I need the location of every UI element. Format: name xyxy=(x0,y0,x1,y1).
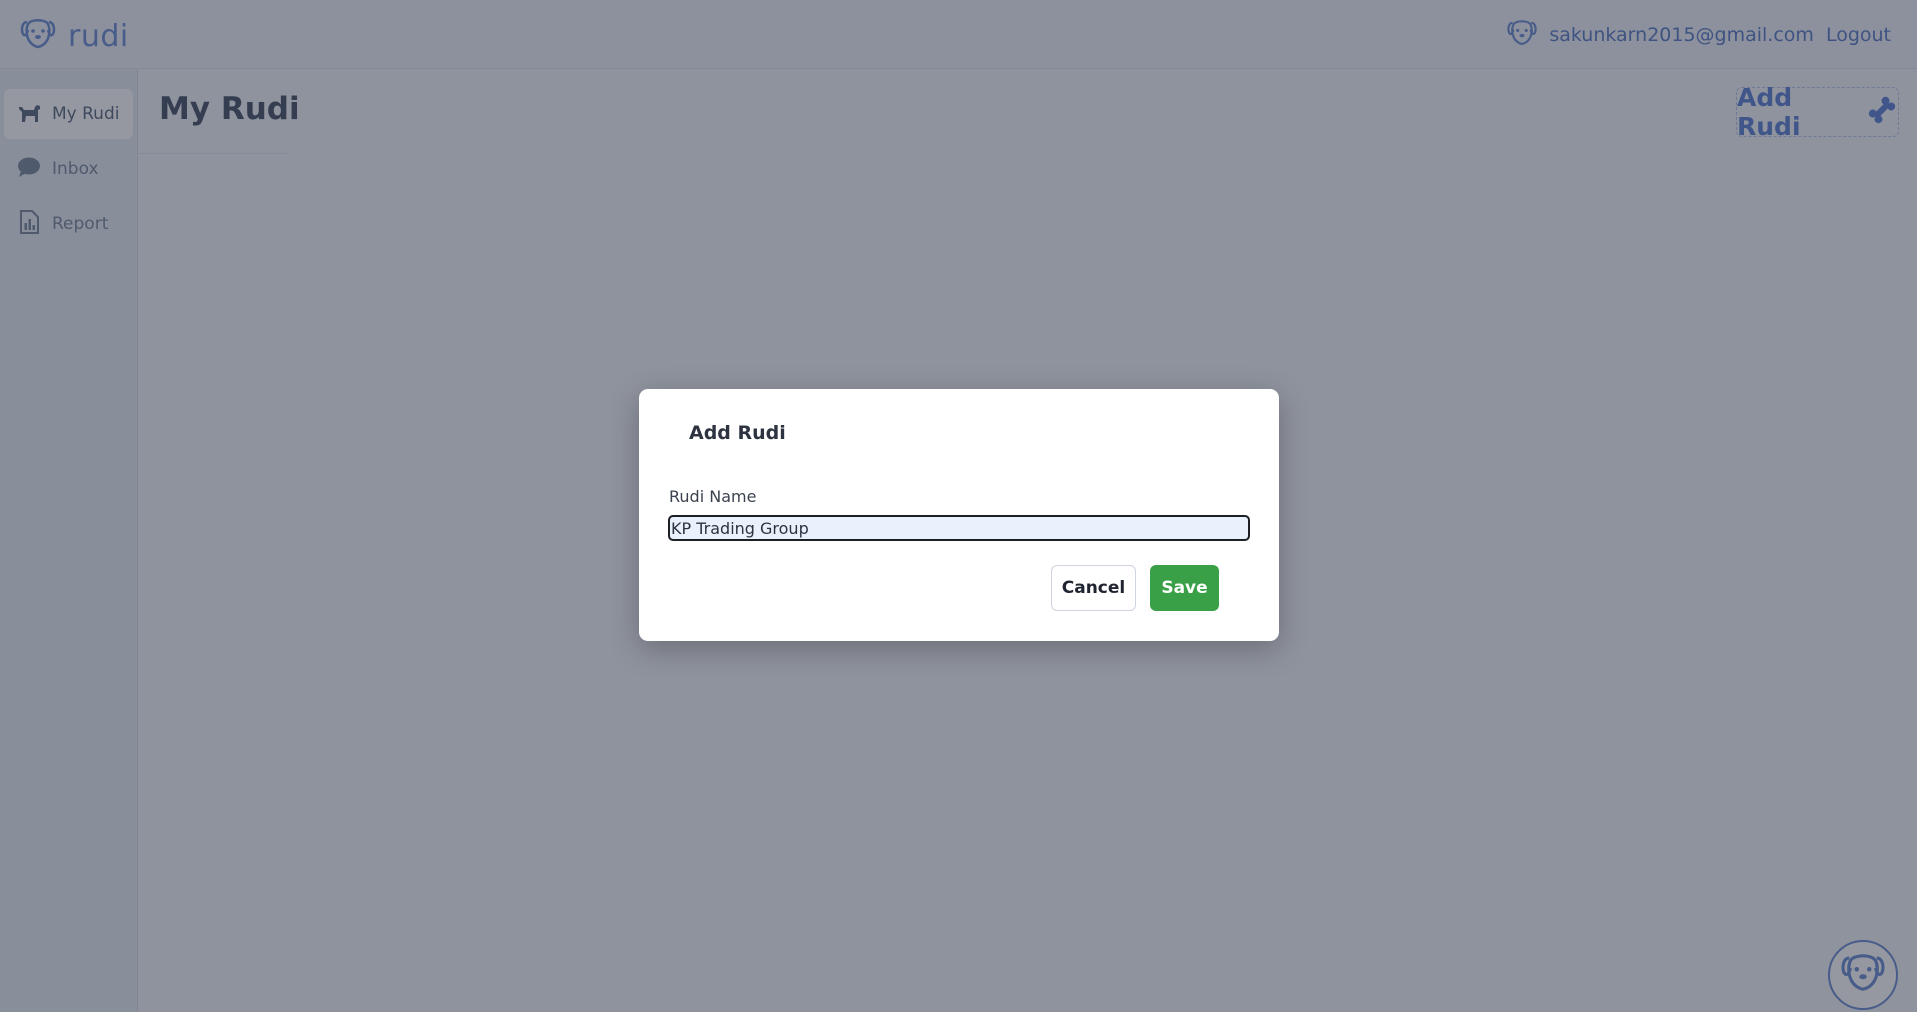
dialog-title: Add Rudi xyxy=(689,422,786,444)
cancel-button[interactable]: Cancel xyxy=(1051,565,1136,611)
add-rudi-dialog: Add Rudi Rudi Name Cancel Save xyxy=(639,389,1279,641)
save-button[interactable]: Save xyxy=(1150,565,1219,611)
rudi-name-label: Rudi Name xyxy=(669,487,757,506)
rudi-name-input[interactable] xyxy=(668,515,1250,541)
